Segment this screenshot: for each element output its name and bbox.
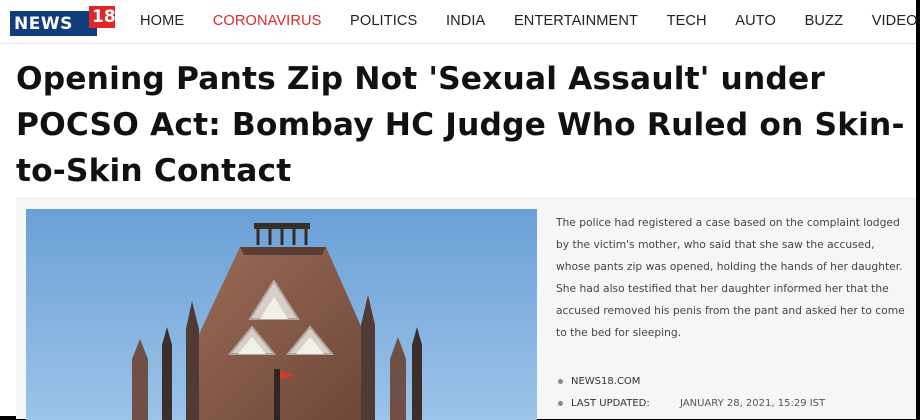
news18-logo[interactable]: NEWS 18 [10, 6, 116, 37]
bullet-icon [558, 379, 563, 384]
top-navigation-bar: NEWS 18 HOME CORONAVIRUS POLITICS INDIA … [0, 0, 920, 44]
bullet-icon [558, 401, 563, 406]
main-nav: HOME CORONAVIRUS POLITICS INDIA ENTERTAI… [140, 13, 920, 29]
meta-source-row: NEWS18.COM [558, 376, 640, 387]
bombay-high-court-building-icon [26, 209, 537, 420]
nav-item-tech[interactable]: TECH [667, 13, 707, 29]
meta-updated-row: LAST UPDATED: JANUARY 28, 2021, 15:29 IS… [558, 398, 858, 409]
meta-source[interactable]: NEWS18.COM [571, 376, 640, 387]
logo-number-badge: 18 [89, 6, 116, 28]
nav-item-politics[interactable]: POLITICS [350, 13, 417, 29]
logo-text: NEWS [14, 14, 73, 34]
logo-main-block: NEWS [10, 11, 97, 36]
meta-updated-label: LAST UPDATED: [571, 398, 650, 409]
nav-item-auto[interactable]: AUTO [735, 13, 776, 29]
article-summary: The police had registered a case based o… [556, 216, 905, 339]
nav-item-india[interactable]: INDIA [446, 13, 485, 29]
nav-item-buzz[interactable]: BUZZ [805, 13, 844, 29]
nav-item-coronavirus[interactable]: CORONAVIRUS [213, 13, 322, 29]
nav-item-entertainment[interactable]: ENTERTAINMENT [514, 13, 638, 29]
logo-number: 18 [92, 7, 116, 27]
article-image [26, 209, 537, 420]
article-headline: Opening Pants Zip Not 'Sexual Assault' u… [16, 61, 905, 189]
nav-item-home[interactable]: HOME [140, 13, 184, 29]
nav-item-videos[interactable]: VIDEOS [872, 13, 920, 29]
meta-updated-date: JANUARY 28, 2021, 15:29 IST [680, 398, 826, 409]
